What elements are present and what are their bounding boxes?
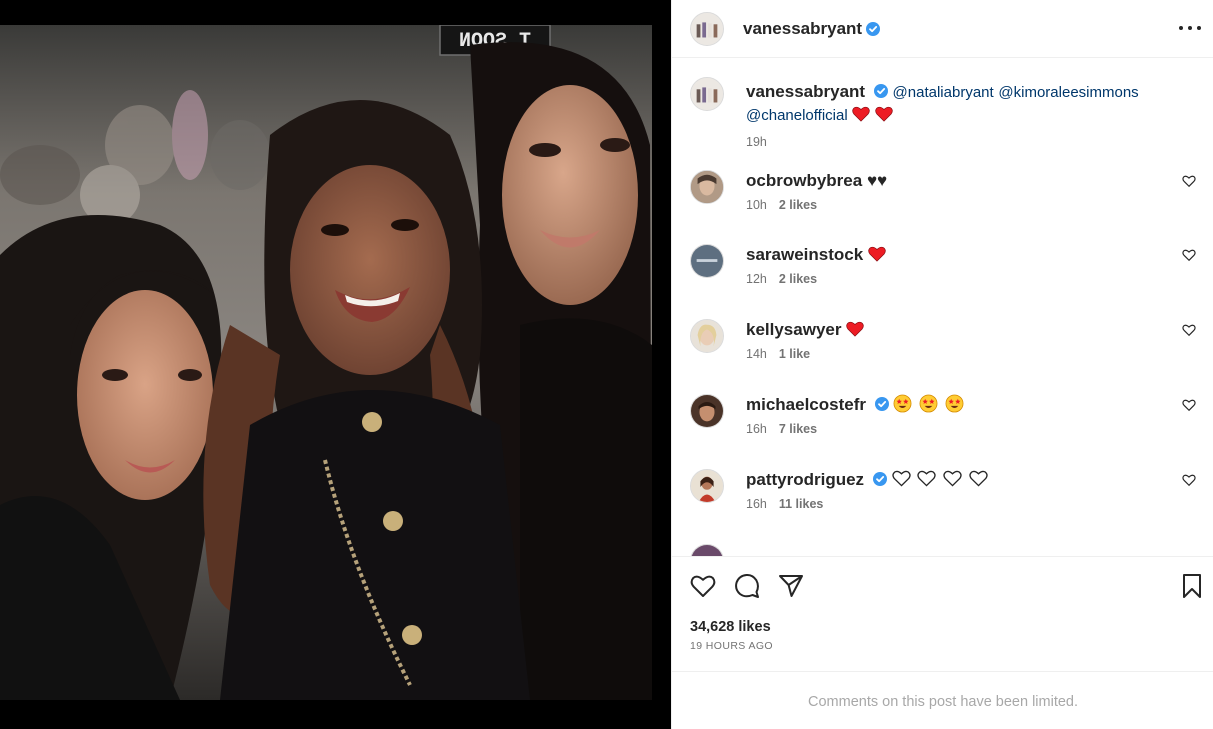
commenter-avatar-image (691, 545, 723, 556)
comment-bubble-icon[interactable] (734, 573, 760, 599)
comment-timestamp[interactable]: 16h (746, 497, 767, 511)
comment-timestamp[interactable]: 12h (746, 272, 767, 286)
author-avatar[interactable] (690, 11, 724, 46)
bookmark-save-icon[interactable] (1180, 573, 1204, 599)
mention-link[interactable]: @chanelofficial (746, 107, 848, 124)
comment-like-heart-icon[interactable] (1182, 248, 1196, 262)
comments-list[interactable]: vanessabryant @nataliabryant @kimoralees… (672, 59, 1213, 556)
white-heart-emoji-icon (943, 470, 962, 487)
comment-timestamp[interactable]: 16h (746, 422, 767, 436)
mention-link[interactable]: @nataliabryant (893, 84, 994, 101)
comment-username[interactable]: michaelcostefr (746, 395, 866, 414)
star-struck-emoji-icon (945, 394, 964, 413)
caption-username[interactable]: vanessabryant (746, 82, 865, 101)
commenter-avatar[interactable] (690, 319, 724, 353)
star-struck-emoji-icon (919, 394, 938, 413)
commenter-avatar[interactable] (690, 469, 724, 503)
author-avatar-image (691, 78, 723, 110)
commenter-avatar[interactable] (690, 170, 724, 204)
comment-timestamp[interactable]: 14h (746, 347, 767, 361)
mention-link[interactable]: @kimoraleesimmons (998, 84, 1138, 101)
white-heart-emoji-icon (891, 470, 911, 487)
comment-likes[interactable]: 2 likes (779, 272, 817, 286)
caption-timestamp[interactable]: 19h (746, 135, 767, 149)
post-actions: 34,628 likes 19 HOURS AGO (672, 556, 1213, 671)
comment-username[interactable]: kellysawyer (746, 320, 841, 339)
comment-text: ♥♥ (866, 171, 888, 190)
verified-badge-icon (866, 21, 881, 36)
post-photo[interactable]: T SOON (0, 25, 652, 700)
red-heart-emoji-icon (852, 106, 871, 122)
post-header: vanessabryant (672, 0, 1213, 58)
share-send-icon[interactable] (778, 573, 804, 599)
verified-badge-icon (872, 472, 887, 486)
red-heart-emoji-icon (846, 321, 864, 337)
comment-likes[interactable]: 2 likes (779, 198, 817, 212)
comment-like-heart-icon[interactable] (1182, 174, 1196, 188)
commenter-avatar-image (691, 395, 723, 427)
comment-likes[interactable]: 1 like (779, 347, 810, 361)
white-heart-emoji-icon (917, 470, 936, 487)
comment-like-heart-icon[interactable] (1182, 473, 1196, 487)
commenter-avatar[interactable] (690, 394, 724, 428)
post-photo-illustration: T SOON (0, 25, 652, 700)
more-options-icon[interactable] (1179, 18, 1201, 38)
media-border (652, 0, 671, 729)
post-time-ago[interactable]: 19 HOURS AGO (690, 640, 773, 652)
comments-limited-notice: Comments on this post have been limited. (672, 671, 1213, 729)
author-username[interactable]: vanessabryant (743, 19, 862, 39)
author-avatar-image (691, 12, 723, 45)
verified-badge-icon (874, 397, 889, 411)
commenter-avatar-image (691, 320, 723, 352)
comment-likes[interactable]: 7 likes (779, 422, 817, 436)
comment-like-heart-icon[interactable] (1182, 398, 1196, 412)
red-heart-emoji-icon (875, 106, 893, 122)
commenter-avatar-image (691, 470, 723, 502)
likes-count[interactable]: 34,628 likes (690, 619, 771, 635)
verified-badge-icon (873, 84, 888, 98)
white-heart-emoji-icon (969, 470, 988, 487)
caption-body: vanessabryant @nataliabryant @kimoralees… (746, 81, 1166, 149)
comment-username[interactable]: pattyrodriguez (746, 470, 864, 489)
red-heart-emoji-icon (868, 246, 886, 262)
caption-author-avatar[interactable] (690, 77, 724, 111)
commenter-avatar-image (691, 245, 723, 277)
post-media-panel: T SOON (0, 0, 671, 729)
comment-likes[interactable]: 11 likes (779, 497, 824, 511)
star-struck-emoji-icon (894, 394, 912, 413)
comment-username[interactable]: saraweinstock (746, 245, 863, 264)
commenter-avatar[interactable] (690, 544, 724, 556)
commenter-avatar-image (691, 171, 723, 203)
comment-username[interactable]: ocbrowbybrea (746, 171, 862, 190)
commenter-avatar[interactable] (690, 244, 724, 278)
comment-like-heart-icon[interactable] (1182, 323, 1196, 337)
comment-timestamp[interactable]: 10h (746, 198, 767, 212)
like-heart-icon[interactable] (690, 573, 716, 599)
post-side-panel: vanessabryant vanessabryant @nataliabrya… (671, 0, 1213, 729)
